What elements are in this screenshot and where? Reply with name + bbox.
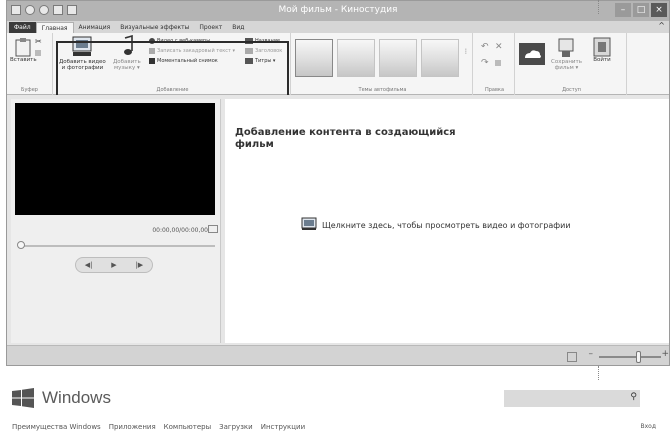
fullscreen-icon[interactable] — [208, 225, 218, 233]
video-preview-screen — [15, 103, 215, 215]
maximize-button[interactable]: □ — [633, 3, 649, 17]
window-controls: – □ × — [615, 3, 667, 17]
player-controls: ◀| ▶ |▶ — [75, 257, 153, 273]
browse-media-link[interactable]: Щелкните здесь, чтобы просмотреть видео … — [301, 217, 571, 233]
sign-in-label: Войти — [593, 57, 611, 63]
cloud-icon — [519, 43, 545, 65]
seek-handle[interactable] — [17, 241, 25, 249]
zoom-in-button[interactable]: + — [661, 349, 669, 359]
autofilm-themes-group: ⋮ Темы автофильма — [293, 33, 473, 95]
copy-icon — [35, 50, 41, 56]
theme-thumb-4[interactable] — [421, 39, 459, 77]
previous-frame-icon[interactable]: ◀| — [80, 261, 98, 269]
windows-site-header: Windows ⚲ Преимущества Windows Приложени… — [0, 380, 670, 439]
crop-guide-bottom — [598, 366, 599, 380]
edit-group: ↶ ✕ ↷ Правка — [475, 33, 515, 95]
rotate-right-button[interactable]: ↷ — [481, 58, 489, 68]
movie-maker-window: Мой фильм - Киностудия – □ × Файл Главна… — [6, 0, 670, 366]
cut-button[interactable]: ✂ — [35, 36, 42, 46]
ribbon-tab-strip: Файл Главная Анимация Визуальные эффекты… — [7, 21, 669, 33]
nav-apps[interactable]: Приложения — [109, 423, 156, 431]
sign-in-link[interactable]: Вход — [641, 423, 657, 430]
windows-flag-icon — [12, 388, 34, 408]
title-bar: Мой фильм - Киностудия – □ × — [7, 1, 669, 21]
storyboard-view-icon[interactable] — [567, 352, 577, 362]
site-nav: Преимущества Windows Приложения Компьюте… — [12, 423, 305, 431]
share-group: Сохранить фильм ▾ Войти Доступ — [517, 33, 627, 95]
play-icon[interactable]: ▶ — [105, 261, 123, 269]
tab-visual-effects[interactable]: Визуальные эффекты — [115, 22, 194, 33]
share-group-label: Доступ — [562, 87, 581, 93]
storyboard-pane[interactable]: Добавление контента в создающийся фильм … — [225, 99, 669, 343]
remove-x-icon: ✕ — [495, 42, 503, 52]
zoom-out-button[interactable]: – — [589, 349, 594, 359]
paste-label: Вставить — [10, 57, 37, 63]
storyboard-heading: Добавление контента в создающийся фильм — [235, 127, 456, 150]
clipboard-group-label: Буфер — [21, 87, 38, 93]
film-photo-icon — [301, 217, 317, 233]
rotate-right-icon: ↷ — [481, 58, 489, 68]
zoom-slider-handle[interactable] — [636, 351, 641, 363]
onedrive-button[interactable] — [519, 43, 545, 65]
theme-thumb-1[interactable] — [295, 39, 333, 77]
remove-button[interactable]: ✕ — [495, 42, 503, 52]
seek-bar[interactable] — [19, 245, 215, 247]
windows-logo[interactable]: Windows — [12, 388, 111, 408]
select-all-icon — [495, 60, 501, 66]
theme-thumb-3[interactable] — [379, 39, 417, 77]
status-bar: – + — [7, 345, 669, 365]
themes-group-label: Темы автофильма — [358, 87, 407, 93]
search-icon[interactable]: ⚲ — [630, 392, 637, 402]
minimize-button[interactable]: – — [615, 3, 631, 17]
window-title: Мой фильм - Киностудия — [278, 5, 398, 15]
tab-animation[interactable]: Анимация — [74, 22, 116, 33]
rotate-left-icon: ↶ — [481, 42, 489, 52]
timecode: 00:00,00/00:00,00 — [152, 227, 208, 234]
edit-group-label: Правка — [484, 87, 505, 93]
site-search-input[interactable]: ⚲ — [504, 390, 640, 407]
ribbon-collapse-button[interactable]: ^ — [658, 21, 665, 30]
browse-media-label: Щелкните здесь, чтобы просмотреть видео … — [322, 220, 571, 230]
clipboard-group: Вставить ✂ Буфер — [7, 33, 53, 95]
add-group-highlight — [56, 41, 289, 97]
next-frame-icon[interactable]: |▶ — [130, 261, 148, 269]
tab-file[interactable]: Файл — [9, 22, 36, 33]
crop-guide-top — [598, 0, 599, 14]
tab-view[interactable]: Вид — [227, 22, 249, 33]
scissors-icon: ✂ — [35, 36, 42, 46]
select-all-button[interactable] — [495, 59, 501, 67]
nav-windows-benefits[interactable]: Преимущества Windows — [12, 423, 101, 431]
nav-computers[interactable]: Компьютеры — [164, 423, 211, 431]
paste-button[interactable]: Вставить — [10, 37, 37, 63]
save-movie-label: Сохранить фильм ▾ — [551, 59, 582, 71]
tab-project[interactable]: Проект — [194, 22, 227, 33]
sign-in-button[interactable]: Войти — [593, 37, 611, 63]
save-movie-icon — [556, 37, 576, 59]
theme-gallery-more[interactable]: ⋮ — [463, 47, 469, 55]
sign-in-icon — [593, 37, 611, 57]
zoom-slider[interactable] — [599, 356, 661, 358]
close-button[interactable]: × — [651, 3, 667, 17]
clipboard-paste-icon — [15, 37, 31, 57]
nav-how-to[interactable]: Инструкции — [261, 423, 305, 431]
nav-downloads[interactable]: Загрузки — [219, 423, 253, 431]
rotate-left-button[interactable]: ↶ — [481, 42, 489, 52]
theme-thumb-2[interactable] — [337, 39, 375, 77]
copy-button[interactable] — [35, 49, 41, 57]
preview-pane: 00:00,00/00:00,00 ◀| ▶ |▶ — [11, 99, 221, 343]
tab-home[interactable]: Главная — [35, 22, 74, 33]
windows-logo-text: Windows — [42, 388, 111, 407]
main-area: 00:00,00/00:00,00 ◀| ▶ |▶ Добавление кон… — [7, 95, 669, 345]
save-movie-button[interactable]: Сохранить фильм ▾ — [551, 37, 582, 71]
